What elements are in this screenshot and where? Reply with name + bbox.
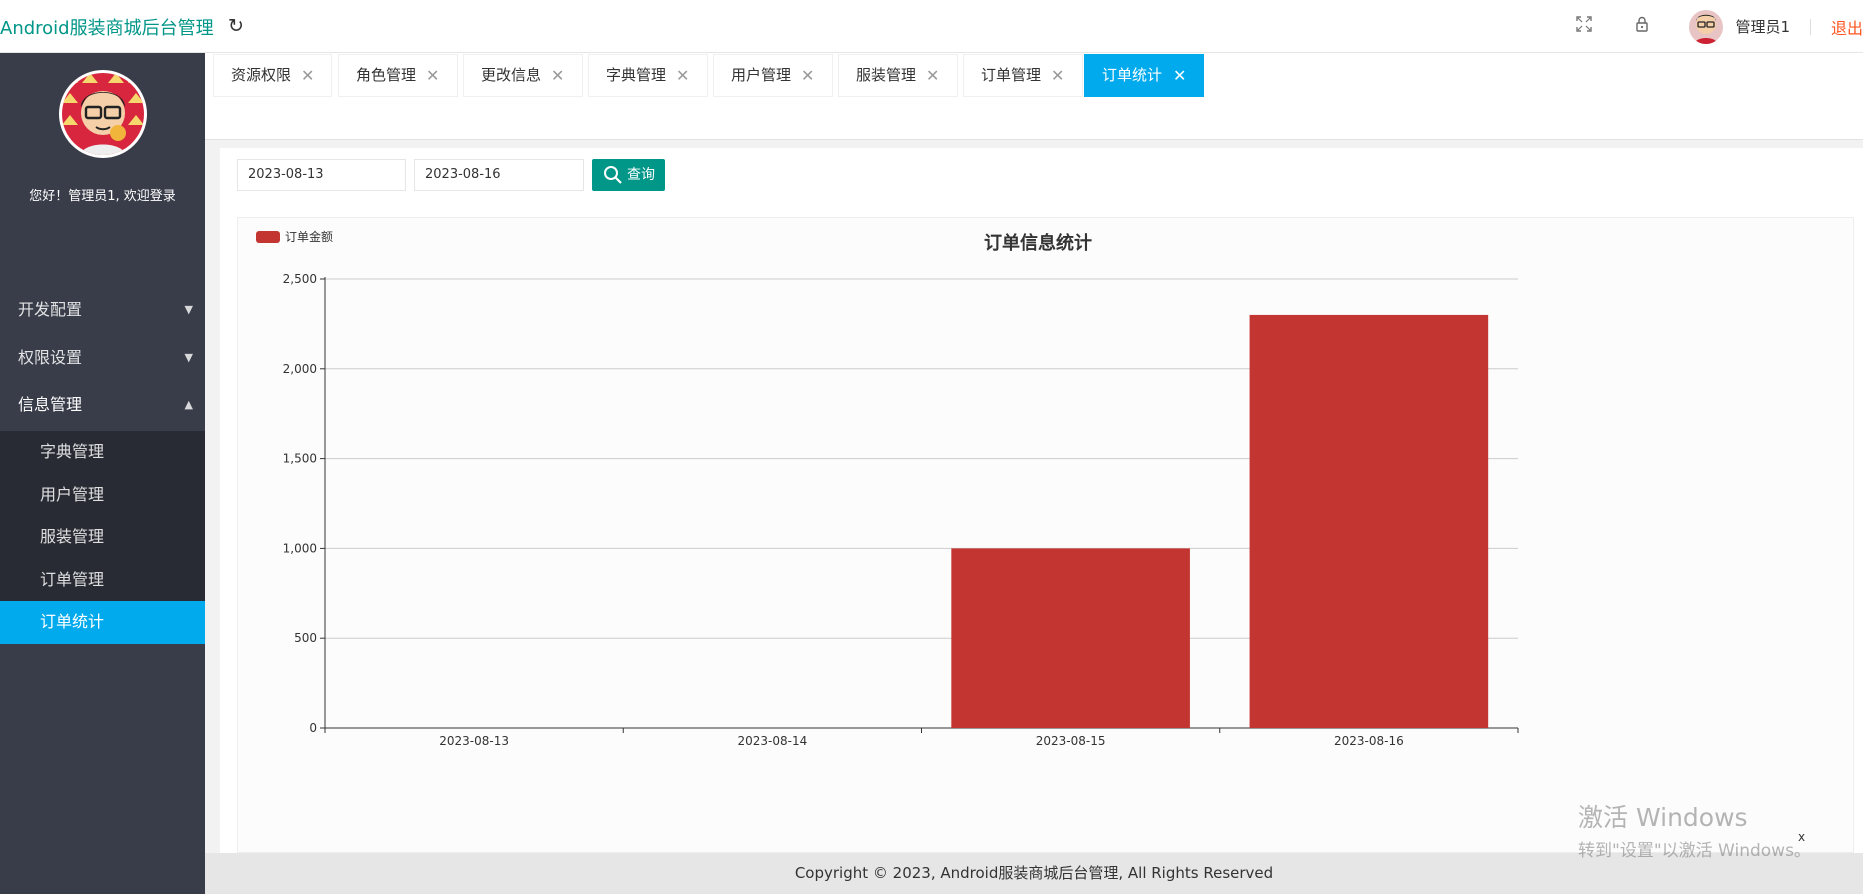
search-icon [603, 165, 623, 185]
x-tick-label: 2023-08-13 [439, 734, 509, 748]
header-actions: 管理员1 退出 [1573, 0, 1863, 53]
order-chart: 0 500 1,000 1,500 2,000 2,500 2023-08-13 2023-… [237, 217, 1854, 853]
tab-label: 服装管理 [856, 66, 917, 84]
watermark-subtitle: 转到"设置"以激活 Windows。 [1578, 841, 1811, 861]
sidebar: 您好！管理员1, 欢迎登录 开发配置 ▼ 权限设置 ▼ 信息管理 ▲ 字典管理 … [0, 53, 205, 894]
caret-down-icon: ▼ [184, 303, 193, 316]
welcome-text: 您好！管理员1, 欢迎登录 [29, 189, 176, 204]
sidebar-item-users[interactable]: 用户管理 [0, 474, 205, 517]
tab-dictionary[interactable]: 字典管理 ✕ [588, 54, 708, 97]
tab-resource-permissions[interactable]: 资源权限 ✕ [213, 54, 332, 97]
lock-icon[interactable] [1631, 16, 1653, 38]
close-icon[interactable]: ✕ [801, 55, 814, 96]
start-date-input[interactable]: 2023-08-13 [237, 159, 406, 191]
nav-submenu: 字典管理 用户管理 服装管理 订单管理 订单统计 [0, 431, 205, 644]
y-tick-label: 2,000 [283, 362, 317, 376]
y-tick-label: 500 [294, 631, 317, 645]
brand-title[interactable]: Android服装商城后台管理 [0, 14, 214, 40]
y-tick-label: 1,500 [283, 452, 317, 466]
legend: 订单金额 [256, 229, 333, 244]
nav-group-dev-config[interactable]: 开发配置 ▼ [0, 286, 205, 333]
tab-label: 资源权限 [231, 66, 292, 84]
query-button[interactable]: 查询 [592, 159, 665, 191]
tab-clothing[interactable]: 服装管理 ✕ [838, 54, 958, 97]
nav-group-label: 权限设置 [18, 348, 83, 367]
y-tick-label: 1,000 [283, 541, 317, 555]
sidebar-avatar [59, 70, 147, 158]
sidebar-item-orders[interactable]: 订单管理 [0, 559, 205, 602]
divider [1809, 18, 1811, 35]
x-tick-label: 2023-08-16 [1334, 734, 1404, 748]
activation-watermark: 激活 Windows 转到"设置"以激活 Windows。 [1578, 798, 1811, 861]
close-icon[interactable]: ✕ [551, 55, 564, 96]
close-icon[interactable]: ✕ [676, 55, 689, 96]
close-icon[interactable]: ✕ [301, 55, 314, 96]
caret-down-icon: ▼ [184, 351, 193, 364]
close-icon[interactable]: ✕ [426, 55, 439, 96]
bar[interactable] [951, 548, 1190, 728]
tab-label: 字典管理 [606, 66, 667, 84]
nav-group-info-management[interactable]: 信息管理 ▲ [0, 381, 205, 428]
end-date-input[interactable]: 2023-08-16 [414, 159, 584, 191]
watermark-title: 激活 Windows [1578, 803, 1748, 832]
bar[interactable] [1249, 314, 1489, 728]
close-icon[interactable]: ✕ [1173, 55, 1186, 96]
tab-change-info[interactable]: 更改信息 ✕ [463, 54, 583, 97]
sidebar-item-order-stats[interactable]: 订单统计 [0, 601, 205, 644]
tab-users[interactable]: 用户管理 ✕ [713, 54, 833, 97]
fullscreen-icon[interactable] [1573, 15, 1595, 38]
y-axis: 0 500 1,000 1,500 2,000 2,500 [283, 272, 326, 735]
logout-link[interactable]: 退出 [1831, 15, 1863, 39]
sidebar-item-dictionary[interactable]: 字典管理 [0, 431, 205, 474]
tab-label: 角色管理 [356, 66, 417, 84]
x-axis: 2023-08-13 2023-08-14 2023-08-15 2023-08-16 [324, 727, 1519, 748]
tab-orders[interactable]: 订单管理 ✕ [963, 54, 1083, 97]
chart-title: 订单信息统计 [984, 232, 1092, 254]
tab-label: 订单统计 [1102, 66, 1163, 84]
y-tick-label: 0 [309, 721, 317, 735]
sidebar-item-clothing[interactable]: 服装管理 [0, 516, 205, 559]
user-name[interactable]: 管理员1 [1735, 16, 1790, 37]
x-tick-label: 2023-08-15 [1036, 734, 1106, 748]
tab-label: 用户管理 [731, 66, 792, 84]
top-header: Android服装商城后台管理 ↻ 管理员1 退出 [0, 0, 1863, 53]
close-icon[interactable]: ✕ [926, 55, 939, 96]
tab-label: 订单管理 [981, 66, 1042, 84]
nav-group-permissions[interactable]: 权限设置 ▼ [0, 334, 205, 381]
main-content: 2023-08-13 2023-08-16 查询 0 500 1,000 1,500 2… [220, 148, 1863, 853]
legend-swatch [256, 231, 280, 243]
bars [951, 314, 1489, 728]
tab-bar: 资源权限 ✕ 角色管理 ✕ 更改信息 ✕ 字典管理 ✕ 用户管理 ✕ 服装管理 … [205, 53, 1863, 140]
query-label: 查询 [627, 167, 655, 183]
tab-role-management[interactable]: 角色管理 ✕ [338, 54, 458, 97]
tab-label: 更改信息 [481, 66, 542, 84]
tab-order-stats[interactable]: 订单统计 ✕ [1084, 54, 1204, 97]
legend-label[interactable]: 订单金额 [285, 229, 333, 244]
x-tick-label: 2023-08-14 [738, 734, 808, 748]
nav-group-label: 开发配置 [18, 300, 83, 319]
avatar[interactable] [1689, 9, 1724, 44]
bar-chart: 05001,0001,5002,0002,500 2023-08-13 2023-… [256, 229, 1805, 844]
refresh-icon[interactable]: ↻ [225, 15, 247, 37]
close-icon[interactable]: ✕ [1051, 55, 1064, 96]
nav-group-label: 信息管理 [18, 395, 83, 414]
caret-up-icon: ▲ [184, 398, 193, 411]
y-tick-label: 2,500 [283, 272, 317, 286]
